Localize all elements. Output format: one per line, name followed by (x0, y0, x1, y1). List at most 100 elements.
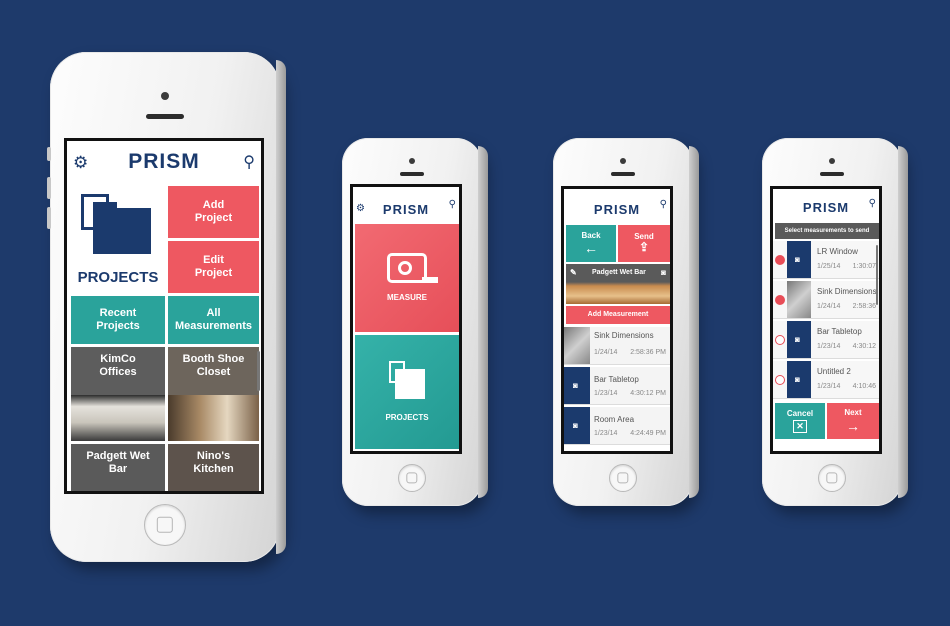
phone-4: PRISM ⚲ Select measurements to send ◙ LR… (762, 138, 908, 506)
list-item[interactable]: Sink Dimensions 1/24/14 2:58:36 PM (564, 327, 670, 365)
project-tile-kimco[interactable]: KimCo Offices (71, 347, 165, 441)
measurement-thumb: ◙ (564, 407, 590, 444)
gear-icon[interactable]: ⚙ (73, 153, 88, 173)
phone-2: ⚙ PRISM ⚲ MEASURE PROJECTS (342, 138, 488, 506)
add-project-button[interactable]: Add Project (168, 186, 259, 238)
app-header: PRISM ⚲ (564, 189, 670, 223)
camera-icon: ◙ (795, 375, 800, 384)
earpiece-speaker (611, 172, 635, 176)
project-tile-booth[interactable]: Booth Shoe Closet (168, 347, 259, 441)
phone-1-screen: ⚙ PRISM ⚲ PROJECTS Add Project Edit Proj… (64, 138, 264, 494)
list-item[interactable]: ◙ Untitled 2 1/23/14 4:10:46 (773, 361, 879, 399)
app-logo: PRISM (128, 150, 200, 173)
all-measurements-button[interactable]: All Measurements (168, 296, 259, 344)
earpiece-speaker (146, 114, 184, 119)
next-label: Next (844, 408, 862, 418)
measurement-thumb: ◙ (787, 321, 811, 358)
project-tile-padgett[interactable]: Padgett Wet Bar (71, 444, 165, 491)
edit-project-button[interactable]: Edit Project (168, 241, 259, 293)
measurement-name: Sink Dimensions (817, 287, 877, 296)
gear-icon[interactable]: ⚙ (356, 203, 365, 214)
home-button[interactable] (398, 464, 426, 492)
list-item[interactable]: ◙ Bar Tabletop 1/23/14 4:30:12 (773, 321, 879, 359)
measurement-time: 1:30:07 (852, 263, 876, 270)
home-button[interactable] (609, 464, 637, 492)
measurement-time: 4:30:12 PM (630, 390, 666, 397)
phone-3: PRISM ⚲ Back ← Send ⇪ ✎ Padgett Wet Bar … (553, 138, 699, 506)
add-measurement-button[interactable]: Add Measurement (566, 306, 670, 324)
project-label: Padgett Wet Bar (86, 450, 150, 475)
next-button[interactable]: Next → (827, 403, 879, 439)
edit-icon[interactable]: ✎ (570, 268, 577, 277)
search-icon[interactable]: ⚲ (869, 198, 876, 209)
project-tile-ninos[interactable]: Nino's Kitchen (168, 444, 259, 491)
app-logo: PRISM (802, 199, 850, 215)
camera-icon: ◙ (573, 421, 578, 430)
select-radio[interactable] (775, 295, 785, 305)
measurement-time: 4:24:49 PM (630, 430, 666, 437)
select-radio[interactable] (775, 255, 785, 265)
app-header: ⚙ PRISM ⚲ (353, 187, 459, 223)
share-icon: ⇪ (638, 240, 650, 255)
tape-measure-icon (387, 253, 438, 284)
measurement-date: 1/24/14 (817, 303, 841, 310)
measurement-time: 4:30:12 (852, 343, 876, 350)
projects-button[interactable]: PROJECTS (355, 335, 459, 449)
measurement-photo (787, 281, 811, 318)
list-item[interactable]: ◙ Bar Tabletop 1/23/14 4:30:12 PM (564, 367, 670, 405)
back-label: Back (581, 230, 601, 240)
folder-icon (79, 194, 151, 254)
scrollbar[interactable] (876, 245, 878, 305)
phone-edge (478, 146, 488, 498)
measurement-date: 1/24/14 (594, 349, 618, 356)
home-button[interactable] (144, 504, 186, 546)
measurement-date: 1/25/14 (817, 263, 841, 270)
measurement-date: 1/23/14 (817, 343, 841, 350)
camera-icon[interactable]: ◙ (661, 268, 666, 277)
send-button[interactable]: Send ⇪ (618, 225, 670, 262)
select-radio[interactable] (775, 375, 785, 385)
measure-button[interactable]: MEASURE (355, 224, 459, 332)
measurement-name: Sink Dimensions (594, 331, 654, 340)
projects-tile[interactable]: PROJECTS (71, 186, 165, 292)
front-camera (161, 92, 169, 100)
phone-2-screen: ⚙ PRISM ⚲ MEASURE PROJECTS (350, 184, 462, 454)
project-photo (168, 395, 259, 441)
arrow-left-icon: ← (584, 240, 598, 257)
projects-label: PROJECTS (385, 413, 429, 423)
phone-4-screen: PRISM ⚲ Select measurements to send ◙ LR… (770, 186, 882, 454)
home-button[interactable] (818, 464, 846, 492)
select-radio[interactable] (775, 335, 785, 345)
app-logo: PRISM (382, 201, 430, 217)
projects-label: PROJECTS (77, 268, 159, 286)
volume-button (47, 147, 51, 161)
measure-label: MEASURE (386, 293, 427, 303)
volume-button (47, 177, 51, 199)
measurement-name: Bar Tabletop (817, 327, 862, 336)
project-banner: ✎ Padgett Wet Bar ◙ (566, 264, 670, 304)
phone-edge (689, 146, 699, 498)
project-label: Booth Shoe Closet (182, 353, 245, 378)
front-camera (829, 158, 835, 164)
measurement-name: Bar Tabletop (594, 375, 639, 384)
measurement-time: 4:10:46 (852, 383, 876, 390)
measurement-name: Room Area (594, 415, 635, 424)
search-icon[interactable]: ⚲ (449, 199, 456, 210)
arrow-right-icon: → (846, 417, 860, 434)
recent-projects-button[interactable]: Recent Projects (71, 296, 165, 344)
list-item[interactable]: ◙ LR Window 1/25/14 1:30:07 (773, 241, 879, 279)
search-icon[interactable]: ⚲ (660, 199, 667, 210)
cancel-label: Cancel (786, 409, 814, 419)
search-icon[interactable]: ⚲ (243, 152, 255, 172)
project-label: KimCo Offices (99, 353, 137, 378)
measurement-date: 1/23/14 (817, 383, 841, 390)
list-item[interactable]: Sink Dimensions 1/24/14 2:58:36 (773, 281, 879, 319)
phone-3-screen: PRISM ⚲ Back ← Send ⇪ ✎ Padgett Wet Bar … (561, 186, 673, 454)
measurement-thumb: ◙ (787, 241, 811, 278)
camera-icon: ◙ (795, 255, 800, 264)
cancel-button[interactable]: Cancel ✕ (775, 403, 825, 439)
list-item[interactable]: ◙ Room Area 1/23/14 4:24:49 PM (564, 407, 670, 445)
measurement-name: Untitled 2 (817, 367, 851, 376)
measurement-thumb: ◙ (564, 367, 590, 404)
back-button[interactable]: Back ← (566, 225, 616, 262)
